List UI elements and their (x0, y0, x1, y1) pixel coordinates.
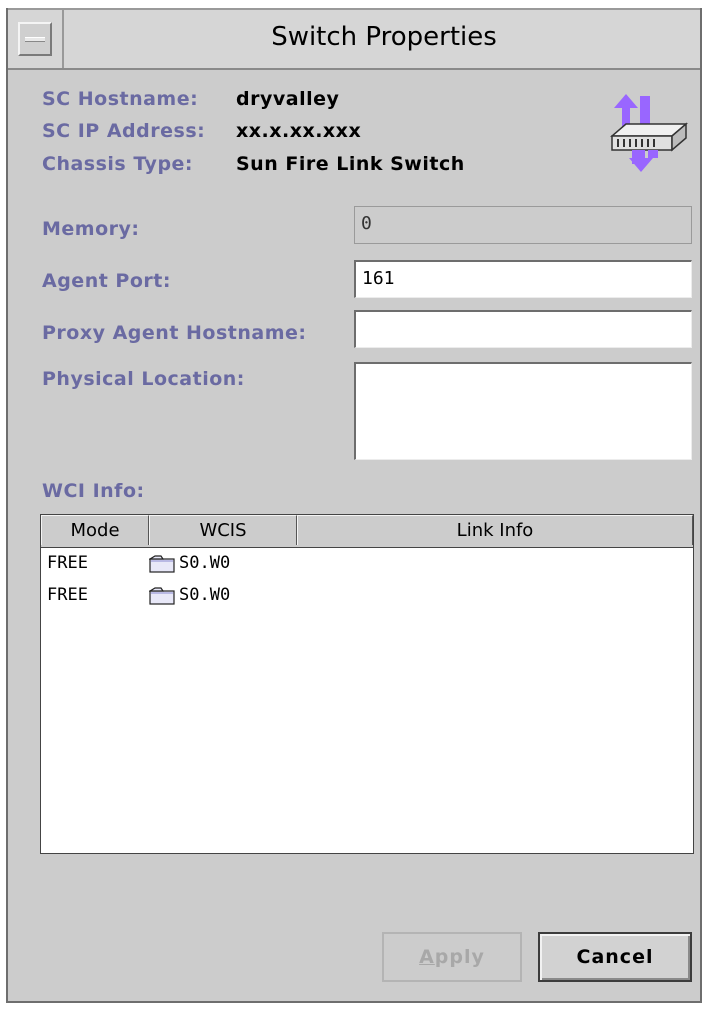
hostname-value: dryvalley (236, 88, 340, 110)
physical-location-field[interactable] (354, 362, 692, 460)
wcis-cell: S0.W0 (179, 585, 231, 605)
network-switch-icon (610, 94, 689, 172)
table-header: Mode WCIS Link Info (41, 515, 693, 548)
mode-cell: FREE (47, 553, 88, 573)
switch-properties-window: Switch Properties SC Hostname: dryvalley… (6, 8, 702, 1003)
window-title: Switch Properties (271, 22, 497, 52)
chassis-type-label: Chassis Type: (42, 153, 194, 175)
titlebar-divider (62, 10, 64, 68)
physical-location-label: Physical Location: (42, 368, 245, 390)
ip-address-value: xx.x.xx.xxx (236, 120, 362, 142)
window-menu-button[interactable] (18, 22, 52, 56)
folder-icon (149, 555, 175, 573)
proxy-agent-hostname-field[interactable] (354, 310, 692, 348)
column-header-mode[interactable]: Mode (41, 515, 149, 545)
hostname-label: SC Hostname: (42, 88, 199, 110)
memory-field: 0 (354, 206, 692, 244)
ip-address-label: SC IP Address: (42, 120, 206, 142)
memory-label: Memory: (42, 218, 140, 240)
mode-cell: FREE (47, 585, 88, 605)
minimize-icon (25, 37, 45, 42)
wci-info-label: WCI Info: (42, 480, 145, 502)
apply-label: pply (434, 946, 485, 968)
wcis-cell: S0.W0 (179, 553, 231, 573)
title-bar[interactable]: Switch Properties (8, 8, 700, 70)
table-row[interactable]: FREE S0.W0 (41, 581, 693, 611)
wci-table[interactable]: Mode WCIS Link Info FREE S0.W0 FREE S0.W… (40, 514, 694, 854)
column-header-wcis[interactable]: WCIS (149, 515, 297, 545)
agent-port-label: Agent Port: (42, 270, 171, 292)
cancel-button[interactable]: Cancel (538, 932, 692, 982)
apply-button[interactable]: Apply (382, 932, 522, 982)
chassis-type-value: Sun Fire Link Switch (236, 153, 465, 175)
folder-icon (149, 587, 175, 605)
apply-mnemonic: A (419, 946, 435, 968)
proxy-agent-hostname-label: Proxy Agent Hostname: (42, 322, 307, 344)
table-row[interactable]: FREE S0.W0 (41, 549, 693, 579)
agent-port-field[interactable]: 161 (354, 260, 692, 298)
column-header-link-info[interactable]: Link Info (297, 515, 693, 545)
